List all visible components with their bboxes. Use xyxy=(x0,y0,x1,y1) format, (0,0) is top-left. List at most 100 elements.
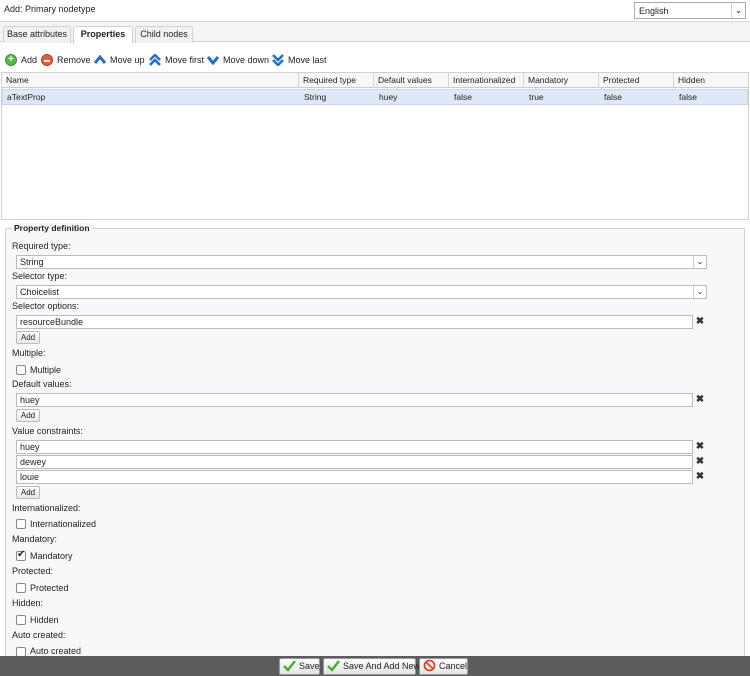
selector-type-label: Selector type: xyxy=(12,271,68,281)
move-last-button[interactable]: Move last xyxy=(272,53,327,67)
remove-icon xyxy=(41,53,53,66)
selector-option-input[interactable]: resourceBundle xyxy=(16,315,693,329)
move-down-button[interactable]: Move down xyxy=(207,53,269,67)
column-header-mandatory[interactable]: Mandatory xyxy=(524,73,599,88)
language-value: English xyxy=(639,6,669,16)
value-constraint-value: louie xyxy=(20,472,40,482)
auto-created-checkbox-label: Auto created xyxy=(30,646,82,656)
multiple-label: Multiple: xyxy=(12,348,46,358)
required-type-label: Required type: xyxy=(12,241,71,251)
save-and-add-new-button[interactable]: Save And Add New xyxy=(323,658,420,675)
cell-default-values: huey xyxy=(379,92,398,102)
move-down-label: Move down xyxy=(223,55,270,65)
checkmark-icon xyxy=(283,659,296,672)
value-constraint-input[interactable]: louie xyxy=(16,470,693,484)
properties-toolbar: Add Remove Move up Move first Move down … xyxy=(0,49,750,71)
tab-bar: Base attributes Properties Child nodes xyxy=(0,22,750,44)
protected-checkbox[interactable] xyxy=(16,583,26,593)
cancel-button[interactable]: Cancel xyxy=(419,658,468,675)
cell-protected: false xyxy=(604,92,622,102)
hidden-checkbox[interactable] xyxy=(16,615,26,625)
save-label: Save xyxy=(299,661,320,671)
properties-grid: Name Required type Default values Intern… xyxy=(1,72,749,220)
grid-header: Name Required type Default values Intern… xyxy=(2,73,748,88)
close-icon[interactable]: ✖ xyxy=(694,316,706,328)
column-header-name[interactable]: Name xyxy=(2,73,299,88)
selector-options-label: Selector options: xyxy=(12,301,80,311)
tab-child-nodes[interactable]: Child nodes xyxy=(135,26,193,43)
default-values-label: Default values: xyxy=(12,379,72,389)
save-button[interactable]: Save xyxy=(279,658,320,675)
required-type-value: String xyxy=(20,257,44,267)
move-up-button[interactable]: Move up xyxy=(94,53,145,67)
column-header-protected[interactable]: Protected xyxy=(599,73,674,88)
close-icon[interactable]: ✖ xyxy=(694,456,706,468)
checkmark-icon xyxy=(327,659,340,672)
remove-label: Remove xyxy=(57,55,91,65)
close-icon[interactable]: ✖ xyxy=(694,441,706,453)
chevron-down-icon xyxy=(207,55,219,65)
add-label: Add xyxy=(21,55,38,65)
move-first-label: Move first xyxy=(165,55,205,65)
cancel-label: Cancel xyxy=(439,661,468,671)
language-select[interactable]: English ⌄ xyxy=(634,2,746,19)
column-header-hidden[interactable]: Hidden xyxy=(674,73,748,88)
internationalized-checkbox[interactable] xyxy=(16,519,26,529)
column-header-required-type[interactable]: Required type xyxy=(299,73,374,88)
mandatory-checkbox-label: Mandatory xyxy=(30,551,73,561)
protected-checkbox-label: Protected xyxy=(30,583,69,593)
add-selector-option-button[interactable]: Add xyxy=(16,331,40,344)
value-constraint-input[interactable]: dewey xyxy=(16,455,693,469)
cell-internationalized: false xyxy=(454,92,472,102)
table-row[interactable]: aTextProp String huey false true false f… xyxy=(2,89,748,105)
selector-type-value: Choicelist xyxy=(20,287,60,297)
close-icon[interactable]: ✖ xyxy=(694,394,706,406)
tab-base-attributes[interactable]: Base attributes xyxy=(3,26,71,43)
title-bar: Add: Primary nodetype English ⌄ xyxy=(0,0,750,22)
cancel-icon xyxy=(423,659,436,672)
panel-legend: Property definition xyxy=(12,223,92,233)
value-constraint-value: huey xyxy=(20,442,40,452)
move-up-label: Move up xyxy=(110,55,145,65)
cell-mandatory: true xyxy=(529,92,544,102)
footer-bar: Save Save And Add New Cancel xyxy=(0,656,750,676)
required-type-select[interactable]: String ⌄ xyxy=(16,255,707,269)
chevron-down-icon[interactable]: ⌄ xyxy=(693,286,706,298)
auto-created-label: Auto created: xyxy=(12,630,66,640)
move-last-label: Move last xyxy=(288,55,327,65)
selector-option-value: resourceBundle xyxy=(20,317,84,327)
double-chevron-up-icon xyxy=(149,53,161,66)
value-constraint-value: dewey xyxy=(20,457,47,467)
add-icon xyxy=(5,53,17,67)
cell-name: aTextProp xyxy=(7,92,46,102)
value-constraints-label: Value constraints: xyxy=(12,426,83,436)
move-first-button[interactable]: Move first xyxy=(149,53,204,67)
mandatory-checkbox[interactable] xyxy=(16,549,26,561)
multiple-checkbox[interactable] xyxy=(16,365,26,375)
hidden-label: Hidden: xyxy=(12,598,44,608)
internationalized-checkbox-label: Internationalized xyxy=(30,519,97,529)
tab-properties[interactable]: Properties xyxy=(73,26,133,44)
column-header-internationalized[interactable]: Internationalized xyxy=(449,73,524,88)
add-value-constraint-button[interactable]: Add xyxy=(16,486,40,499)
default-value-input[interactable]: huey xyxy=(16,393,693,407)
close-icon[interactable]: ✖ xyxy=(694,471,706,483)
value-constraint-input[interactable]: huey xyxy=(16,440,693,454)
hidden-checkbox-label: Hidden xyxy=(30,615,59,625)
protected-label: Protected: xyxy=(12,566,54,576)
cell-required-type: String xyxy=(304,92,327,102)
selector-type-select[interactable]: Choicelist ⌄ xyxy=(16,285,707,299)
save-and-add-new-label: Save And Add New xyxy=(343,661,421,671)
internationalized-label: Internationalized: xyxy=(12,503,81,513)
remove-button[interactable]: Remove xyxy=(41,53,91,67)
chevron-down-icon[interactable]: ⌄ xyxy=(693,256,706,268)
multiple-checkbox-label: Multiple xyxy=(30,365,62,375)
add-button[interactable]: Add xyxy=(5,53,37,67)
column-header-default-values[interactable]: Default values xyxy=(374,73,449,88)
mandatory-label: Mandatory: xyxy=(12,534,58,544)
chevron-down-icon[interactable]: ⌄ xyxy=(731,3,745,18)
add-default-value-button[interactable]: Add xyxy=(16,409,40,422)
double-chevron-down-icon xyxy=(272,53,284,66)
window-title: Add: Primary nodetype xyxy=(4,4,96,14)
cell-hidden: false xyxy=(679,92,697,102)
